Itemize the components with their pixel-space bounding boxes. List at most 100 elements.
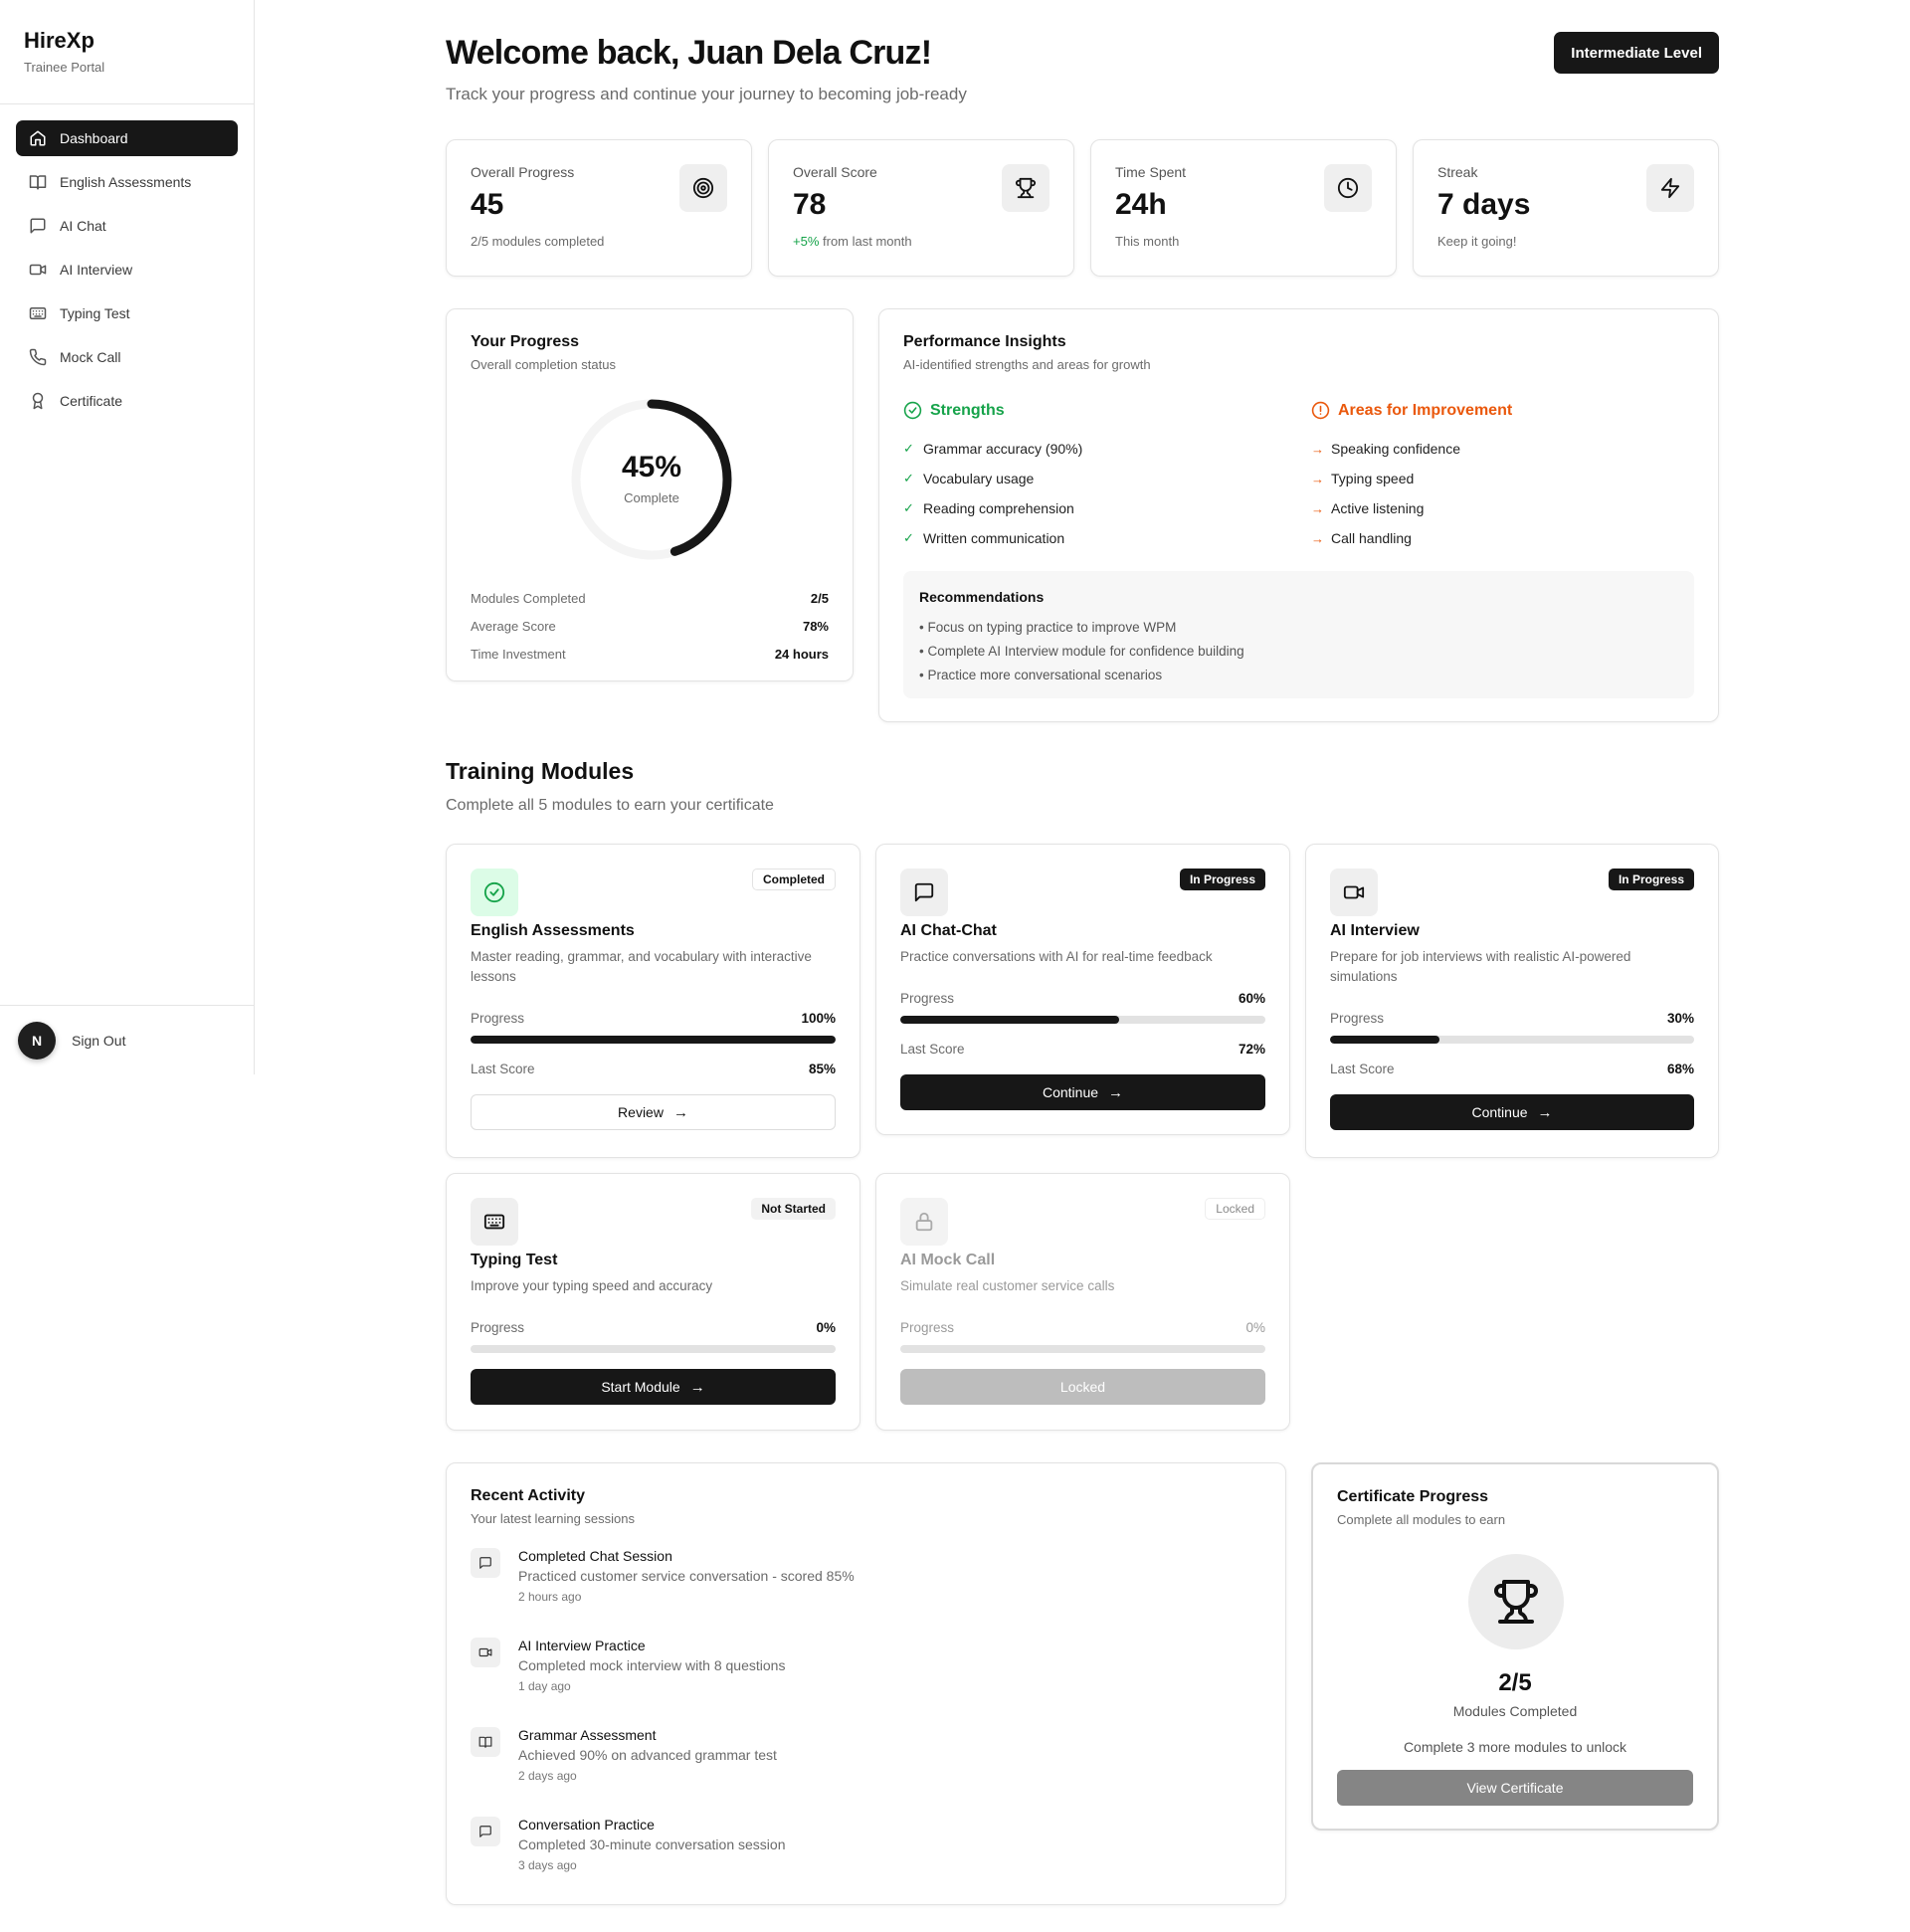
sidebar-item-label: AI Chat [60,218,106,234]
strength-text: Reading comprehension [923,500,1074,516]
activity-subtitle: Your latest learning sessions [471,1511,636,1526]
score-value: 72% [1238,1042,1265,1057]
module-progress: Progress 60% [900,991,1265,1024]
sidebar-item-dashboard[interactable]: Dashboard [16,120,238,156]
progress-bar-fill [471,1036,836,1044]
view-certificate-button[interactable]: View Certificate [1337,1770,1693,1806]
arrow-right-icon: → [1311,500,1324,516]
strength-item: ✓ Vocabulary usage [903,464,1082,493]
activity-title-text: Completed Chat Session [518,1548,672,1564]
book-icon [471,1727,500,1757]
module-progress-row: Progress 100% [471,1011,836,1026]
progress-label: Progress [900,991,955,1006]
page-title: Welcome back, Juan Dela Cruz! [446,34,932,72]
certificate-count-label: Modules Completed [1452,1703,1578,1719]
sign-out-button[interactable]: Sign Out [72,1033,125,1049]
review-button[interactable]: Review → [471,1094,836,1130]
module-title: AI Chat-Chat [900,922,997,939]
module-description: Simulate real customer service calls [900,1278,1115,1293]
module-progress: Progress 30% [1330,1011,1694,1044]
activity-description: Achieved 90% on advanced grammar test [518,1747,777,1763]
sidebar-item-ai-interview[interactable]: AI Interview [16,252,238,288]
start-module-button[interactable]: Start Module → [471,1369,836,1405]
recommendation-item: • Practice more conversational scenarios [919,667,1163,682]
trophy-icon [1468,1554,1564,1649]
improvement-title: Areas for Improvement [1338,401,1513,419]
keyboard-icon [471,1198,518,1246]
progress-label: Progress [900,1320,955,1335]
sidebar-item-ai-chat[interactable]: AI Chat [16,208,238,244]
insights-subtitle: AI-identified strengths and areas for gr… [903,357,1151,372]
activity-title-text: AI Interview Practice [518,1638,646,1653]
trophy-icon [1002,164,1050,212]
continue-button[interactable]: Continue → [900,1074,1265,1110]
activity-item[interactable]: Conversation Practice Completed 30-minute… [471,1817,1261,1906]
level-badge-button[interactable]: Intermediate Level [1554,32,1719,74]
sidebar-item-certificate[interactable]: Certificate [16,383,238,419]
improvement-item: → Speaking confidence [1311,434,1512,464]
improvement-text: Active listening [1331,500,1425,516]
activity-item[interactable]: Grammar Assessment Achieved 90% on advanc… [471,1727,1261,1817]
module-progress-row: Progress 30% [1330,1011,1694,1026]
arrow-right-icon: → [1108,1083,1124,1101]
insights-title: Performance Insights [903,333,1066,350]
module-score-row: Last Score 68% [1330,1062,1694,1076]
progress-row-label: Modules Completed [471,590,586,606]
check-icon: ✓ [903,500,914,515]
status-badge: Not Started [751,1198,836,1220]
stat-note: Keep it going! [1437,234,1517,249]
progress-row-label: Time Investment [471,646,566,662]
certificate-note: Complete 3 more modules to unlock [1403,1739,1627,1755]
improvement-text: Call handling [1331,530,1412,546]
continue-button[interactable]: Continue → [1330,1094,1694,1130]
sidebar-item-mock-call[interactable]: Mock Call [16,339,238,375]
video-icon [28,260,48,280]
progress-row-value: 2/5 [810,590,829,606]
check-circle-icon [471,869,518,916]
app-subtitle: Trainee Portal [24,60,105,75]
recommendation-item: • Complete AI Interview module for confi… [919,643,1244,659]
avatar[interactable]: N [18,1021,56,1060]
progress-bar-fill [1330,1036,1439,1044]
progress-bar [900,1345,1265,1353]
chat-icon [900,869,948,916]
sidebar-nav: Dashboard English Assessments AI Chat AI… [0,104,254,443]
chat-icon [28,216,48,236]
award-icon [28,391,48,411]
check-icon: ✓ [903,530,914,545]
activity-title: Recent Activity [471,1487,585,1504]
button-label: Continue [1471,1104,1528,1120]
sidebar-item-typing-test[interactable]: Typing Test [16,295,238,331]
brand: HireXp Trainee Portal [0,0,254,104]
activity-description: Completed 30-minute conversation session [518,1836,786,1852]
keyboard-icon [28,303,48,323]
progress-title: Your Progress [471,333,580,350]
activity-item[interactable]: AI Interview Practice Completed mock inte… [471,1638,1261,1727]
arrow-right-icon: → [1311,471,1324,486]
module-card-ai-interview: In Progress AI Interview Prepare for job… [1305,844,1719,1158]
progress-value: 30% [1666,1011,1694,1026]
sign-out-area[interactable]: N Sign Out [0,1005,254,1074]
alert-circle-icon [1311,401,1330,420]
stat-note: 2/5 modules completed [471,234,605,249]
sidebar-item-label: AI Interview [60,262,133,278]
clock-icon [1324,164,1372,212]
button-label: Review [618,1104,664,1120]
improvement-column: Areas for Improvement → Speaking confiden… [1311,401,1512,553]
progress-bar [900,1016,1265,1024]
insights-card: Performance Insights AI-identified stren… [878,308,1719,722]
arrow-right-icon: → [672,1103,688,1121]
module-progress-row: Progress 60% [900,991,1265,1006]
progress-stats: Modules Completed 2/5 Average Score 78% Ti… [471,584,829,668]
arrow-right-icon: → [1537,1103,1553,1121]
improvement-item: → Active listening [1311,493,1512,523]
progress-row-value: 24 hours [774,646,829,662]
progress-row-value: 78% [802,618,829,634]
improvement-list: → Speaking confidence → Typing speed → Acti… [1311,434,1512,553]
status-badge: In Progress [1179,869,1265,890]
progress-bar [1330,1036,1694,1044]
strength-text: Vocabulary usage [923,471,1035,486]
improvement-item: → Typing speed [1311,464,1512,493]
sidebar-item-english-assessments[interactable]: English Assessments [16,164,238,200]
activity-item[interactable]: Completed Chat Session Practiced customer… [471,1548,1261,1638]
